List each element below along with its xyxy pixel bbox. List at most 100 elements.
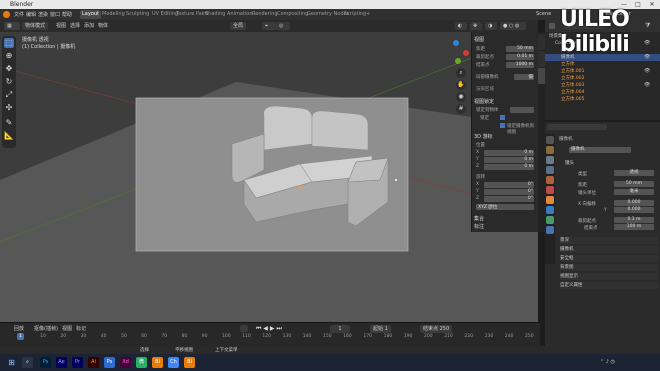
np-tab-view[interactable] [538,68,545,85]
np-focal-field[interactable]: 50 mm [506,46,534,52]
add-workspace-button[interactable]: + [364,10,372,19]
outliner-row[interactable]: 立方体.005 [545,96,660,103]
section-custom-properties[interactable]: 自定义属性 [560,282,658,289]
menu-object[interactable]: 物体 [98,22,108,29]
section-viewport-display[interactable]: 视图显示 [560,273,658,280]
select-box-tool-icon[interactable]: ⬚ [4,38,14,48]
proportional-edit-icon[interactable]: ◎ [276,22,290,30]
menu-render[interactable]: 渲染 [38,11,48,18]
taskbar-app-icon[interactable]: Ps [40,357,51,368]
search-icon[interactable]: ⌕ [22,357,33,368]
system-tray[interactable]: ⌃ ♪ ◷ [600,359,615,365]
workspace-tab-sculpting[interactable]: Sculpting [124,10,151,19]
np-view-section[interactable]: 视图 [474,36,536,43]
eye-icon[interactable]: 👁 [644,82,650,88]
tool-tab-icon[interactable] [546,136,554,144]
scene-tab-icon[interactable] [546,176,554,184]
taskbar-app-icon[interactable]: Ai [88,357,99,368]
menu-edit[interactable]: 编辑 [26,11,36,18]
navigation-gizmo[interactable] [440,40,470,70]
taskbar-app-icon[interactable]: Ps [104,357,115,368]
render-tab-icon[interactable] [546,146,554,154]
prop-focal-field[interactable]: 50 mm [614,181,654,187]
camera-view-icon[interactable]: ◉ [456,92,466,102]
np-tab-tool[interactable] [538,51,545,68]
outliner-row[interactable]: 立方体.003 [545,82,660,89]
camera-data-name-field[interactable]: 摄像机 [569,147,631,153]
cursor-tool-icon[interactable]: ⊕ [4,51,14,61]
prop-clip-end-field[interactable]: 100 m [614,224,654,230]
section-safe-areas[interactable]: 安全框 [560,255,658,262]
menu-view[interactable]: 视图 [56,22,66,29]
scene-selector[interactable]: Scene [536,11,551,17]
playhead[interactable]: 1 [17,333,24,340]
timeline-menu-marker[interactable]: 标记 [76,325,86,332]
eye-icon[interactable]: 👁 [644,68,650,74]
timeline-menu-playback[interactable]: 回放 [14,325,24,332]
outliner-row[interactable]: 立方体.001 [545,68,660,75]
section-camera[interactable]: 摄像机 [560,246,658,253]
transform-tool-icon[interactable]: ✣ [4,103,14,113]
transform-orientation-selector[interactable]: 全局 [230,22,247,30]
np-tab-item[interactable] [538,34,545,51]
pan-hand-icon[interactable]: ✋ [456,80,466,90]
np-view-lock-section[interactable]: 视图锁定 [474,98,536,105]
section-background-images[interactable]: 背景图 [560,264,658,271]
physics-tab-icon[interactable] [546,216,554,224]
move-tool-icon[interactable]: ✥ [4,64,14,74]
end-frame-field[interactable]: 结束点 250 [420,325,453,333]
np-annotations-section[interactable]: 标注 [474,223,536,230]
grid-icon[interactable]: # [456,104,466,114]
prop-clip-start-field[interactable]: 0.1 m [614,217,654,223]
timeline-menu-view[interactable]: 视图 [62,325,72,332]
np-clip-start-field[interactable]: 0.01 m [506,54,534,60]
editor-type-icon[interactable]: ▦ [4,22,20,30]
np-lock-object-field[interactable] [510,107,534,113]
prop-type-select[interactable]: 透视 [614,170,654,176]
np-local-camera-field[interactable]: 摄 [514,74,534,80]
3d-viewport[interactable]: 摄像机 透视 (1) Collection | 摄像机 ⌕ ✋ ◉ # [0,32,538,322]
np-cursor-section[interactable]: 3D 游标 [474,133,536,140]
np-collections-section[interactable]: 集合 [474,215,536,222]
lens-section-header[interactable]: 镜头 [565,160,574,166]
outliner-row[interactable]: 立方体.004 [545,89,660,96]
overlay-icon[interactable]: ◑ [485,22,497,30]
start-frame-field[interactable]: 起始 1 [370,325,391,333]
menu-add[interactable]: 添加 [84,22,94,29]
workspace-tab-layout[interactable]: Layout [80,10,101,19]
timeline-menu-keying[interactable]: 抠像(插帧) [34,325,58,332]
np-clip-end-field[interactable]: 1000 m [506,62,534,68]
np-render-region[interactable]: 渲染区域 [476,86,536,92]
lock-cursor-checkbox[interactable] [500,115,505,120]
object-tab-icon[interactable] [546,196,554,204]
lock-camera-checkbox[interactable] [500,123,505,128]
taskbar-app-icon[interactable]: Bl [184,357,195,368]
visibility-icon[interactable]: ◐ [455,22,467,30]
annotate-tool-icon[interactable]: ✎ [4,118,14,128]
record-icon[interactable] [240,325,248,332]
prop-lens-unit-select[interactable]: 毫米 [614,189,654,195]
rotation-mode-select[interactable]: XYZ 欧拉 [476,204,534,210]
taskbar-app-icon[interactable]: Pr [72,357,83,368]
snap-icon[interactable]: ⌖ [262,22,276,30]
taskbar-app-icon[interactable]: Ae [56,357,67,368]
properties-search-input[interactable] [547,124,607,130]
view-layer-tab-icon[interactable] [546,166,554,174]
modifier-tab-icon[interactable] [546,206,554,214]
measure-tool-icon[interactable]: 📐 [4,131,14,141]
taskbar-app-icon[interactable]: Ch [168,357,179,368]
outliner-row[interactable]: 立方体.002 [545,75,660,82]
shading-mode-icons[interactable]: ● ○ ◍ [500,22,526,30]
menu-window[interactable]: 窗口 [50,11,60,18]
blender-logo-icon[interactable] [3,11,10,18]
output-tab-icon[interactable] [546,156,554,164]
outliner-editor-icon[interactable] [549,23,555,29]
playback-controls[interactable]: ⏮ ◀ ▶ ⏭ [256,325,282,333]
menu-select[interactable]: 选择 [70,22,80,29]
zoom-icon[interactable]: ⌕ [456,68,466,78]
menu-file[interactable]: 文件 [14,11,24,18]
prop-shift-y-field[interactable]: 0.000 [614,207,654,213]
menu-help[interactable]: 帮助 [62,11,72,18]
outliner-row[interactable]: 立方体 [545,61,660,68]
camera-data-tab-icon[interactable] [546,226,554,234]
